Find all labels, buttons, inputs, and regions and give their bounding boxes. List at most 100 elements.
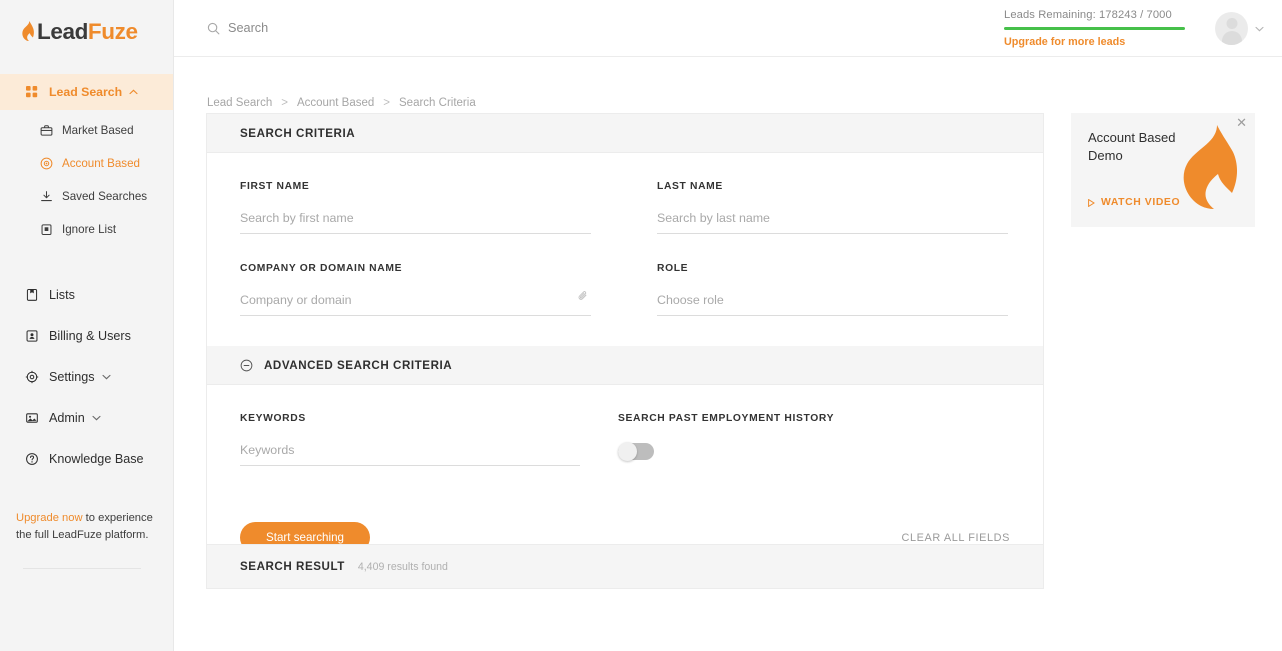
first-name-field: FIRST NAME: [240, 181, 591, 234]
app-root: LeadFuze Lead Search Market Based Accoun…: [0, 0, 1282, 651]
breadcrumb-separator: >: [383, 97, 391, 109]
sidebar-item-label: Market Based: [62, 124, 134, 137]
last-name-label: LAST NAME: [657, 181, 723, 192]
watch-video-label: WATCH VIDEO: [1101, 197, 1181, 208]
role-input[interactable]: [657, 293, 1008, 316]
logo-text: LeadFuze: [37, 19, 138, 45]
clear-all-fields-button[interactable]: CLEAR ALL FIELDS: [902, 532, 1010, 544]
advanced-search-header[interactable]: ADVANCED SEARCH CRITERIA: [207, 346, 1043, 385]
last-name-input[interactable]: [657, 211, 1008, 234]
advanced-search-header-label: ADVANCED SEARCH CRITERIA: [264, 358, 453, 372]
sidebar-item-settings[interactable]: Settings: [0, 356, 173, 397]
name-field-row: FIRST NAME LAST NAME: [240, 181, 1010, 234]
role-label: ROLE: [657, 263, 689, 274]
search-result-count: 4,409 results found: [357, 560, 448, 573]
breadcrumb-separator: >: [281, 97, 288, 109]
search-criteria-header: SEARCH CRITERIA: [207, 114, 1043, 153]
leads-remaining-block: Leads Remaining: 178243 / 7000 Upgrade f…: [1004, 9, 1190, 48]
sidebar-item-label: Settings: [49, 369, 95, 384]
upgrade-now-link[interactable]: Upgrade now: [16, 512, 83, 524]
breadcrumb-item-search-criteria[interactable]: Search Criteria: [399, 97, 476, 109]
keywords-toggle-row: KEYWORDS SEARCH PAST EMPLOYMENT HISTORY: [240, 413, 1010, 466]
sidebar-item-lead-search[interactable]: Lead Search: [0, 74, 173, 110]
close-icon[interactable]: ✕: [1236, 116, 1247, 129]
sidebar-item-label: Knowledge Base: [49, 451, 144, 466]
sidebar-item-ignore-list[interactable]: Ignore List: [0, 213, 173, 246]
keywords-label: KEYWORDS: [240, 413, 306, 424]
paperclip-icon[interactable]: [577, 289, 589, 307]
chevron-down-icon[interactable]: [1255, 26, 1264, 32]
chevron-down-icon[interactable]: [101, 374, 111, 380]
grid-icon: [24, 85, 39, 100]
sidebar-item-label: Account Based: [62, 157, 140, 170]
leads-progress-fill: [1004, 27, 1185, 30]
account-menu[interactable]: [1215, 12, 1264, 45]
content-area: Lead Search > Account Based > Search Cri…: [174, 57, 1282, 651]
chevron-up-icon[interactable]: [129, 89, 138, 95]
company-or-domain-label: COMPANY OR DOMAIN NAME: [240, 263, 403, 274]
search-input[interactable]: Search: [174, 21, 268, 35]
past-employment-toggle[interactable]: [618, 442, 654, 461]
sidebar-nav-lead-search: Lead Search Market Based Account Based S…: [0, 74, 173, 246]
sidebar-item-label: Billing & Users: [49, 328, 131, 343]
topbar: Search Leads Remaining: 178243 / 7000 Up…: [174, 0, 1282, 57]
sidebar-item-market-based[interactable]: Market Based: [0, 114, 173, 147]
sidebar-item-label: Lists: [49, 287, 75, 302]
sidebar-item-label: Lead Search: [49, 85, 123, 99]
sidebar-item-label: Saved Searches: [62, 190, 148, 203]
list-icon: [24, 287, 39, 302]
avatar-body: [1221, 31, 1242, 45]
upgrade-for-more-leads-link[interactable]: Upgrade for more leads: [1004, 36, 1190, 48]
sidebar-item-label: Admin: [49, 410, 85, 425]
breadcrumb: Lead Search > Account Based > Search Cri…: [174, 57, 1282, 109]
breadcrumb-item-lead-search[interactable]: Lead Search: [207, 97, 272, 109]
question-circle-icon: [24, 451, 39, 466]
first-name-label: FIRST NAME: [240, 181, 310, 192]
logo-text-lead: Lead: [37, 19, 88, 44]
target-icon: [40, 157, 53, 170]
leads-progress-bar: [1004, 27, 1185, 30]
sidebar-upgrade-note: Upgrade now to experience the full LeadF…: [16, 510, 166, 544]
download-icon: [40, 190, 53, 203]
first-name-input[interactable]: [240, 211, 591, 234]
sidebar-item-account-based[interactable]: Account Based: [0, 147, 173, 180]
sidebar-item-lists[interactable]: Lists: [0, 274, 173, 315]
logo-text-fuze: Fuze: [87, 19, 138, 44]
past-employment-label: SEARCH PAST EMPLOYMENT HISTORY: [618, 413, 835, 424]
company-or-domain-input[interactable]: [240, 293, 591, 316]
promo-card: Account Based Demo WATCH VIDEO ✕: [1071, 113, 1255, 227]
sidebar-divider: [23, 568, 141, 569]
briefcase-icon: [40, 124, 53, 137]
sidebar-nav-main: Lists Billing & Users Settings Admin Kno…: [0, 274, 173, 479]
sidebar-item-saved-searches[interactable]: Saved Searches: [0, 180, 173, 213]
leads-remaining-text: Leads Remaining: 178243 / 7000: [1004, 9, 1172, 21]
sidebar: LeadFuze Lead Search Market Based Accoun…: [0, 0, 174, 651]
flame-icon: [21, 21, 36, 43]
billing-icon: [24, 328, 39, 343]
clipboard-icon: [40, 223, 53, 236]
logo[interactable]: LeadFuze: [0, 0, 173, 64]
search-criteria-card: SEARCH CRITERIA FIRST NAME LAST NAME: [206, 113, 1044, 584]
avatar[interactable]: [1215, 12, 1248, 45]
search-criteria-body: FIRST NAME LAST NAME COMPANY OR DOMAIN N…: [207, 153, 1043, 346]
sidebar-item-billing-users[interactable]: Billing & Users: [0, 315, 173, 356]
image-icon: [24, 410, 39, 425]
sidebar-item-knowledge-base[interactable]: Knowledge Base: [0, 438, 173, 479]
toggle-knob: [618, 442, 637, 461]
sidebar-sub-list: Market Based Account Based Saved Searche…: [0, 114, 173, 246]
minus-circle-icon[interactable]: [240, 359, 253, 372]
chevron-down-icon[interactable]: [92, 415, 101, 421]
avatar-head: [1226, 18, 1237, 29]
breadcrumb-item-account-based[interactable]: Account Based: [297, 97, 374, 109]
past-employment-toggle-block: SEARCH PAST EMPLOYMENT HISTORY: [618, 413, 834, 466]
search-result-card: SEARCH RESULT 4,409 results found: [206, 544, 1044, 589]
watch-video-link[interactable]: WATCH VIDEO: [1088, 197, 1180, 208]
sidebar-item-label: Ignore List: [62, 223, 117, 236]
keywords-field: KEYWORDS: [240, 413, 580, 466]
search-result-title: SEARCH RESULT: [240, 560, 345, 573]
main-area: Search Leads Remaining: 178243 / 7000 Up…: [174, 0, 1282, 651]
keywords-input[interactable]: [240, 443, 580, 466]
gear-icon: [24, 369, 39, 384]
company-or-domain-field: COMPANY OR DOMAIN NAME: [240, 263, 591, 316]
sidebar-item-admin[interactable]: Admin: [0, 397, 173, 438]
